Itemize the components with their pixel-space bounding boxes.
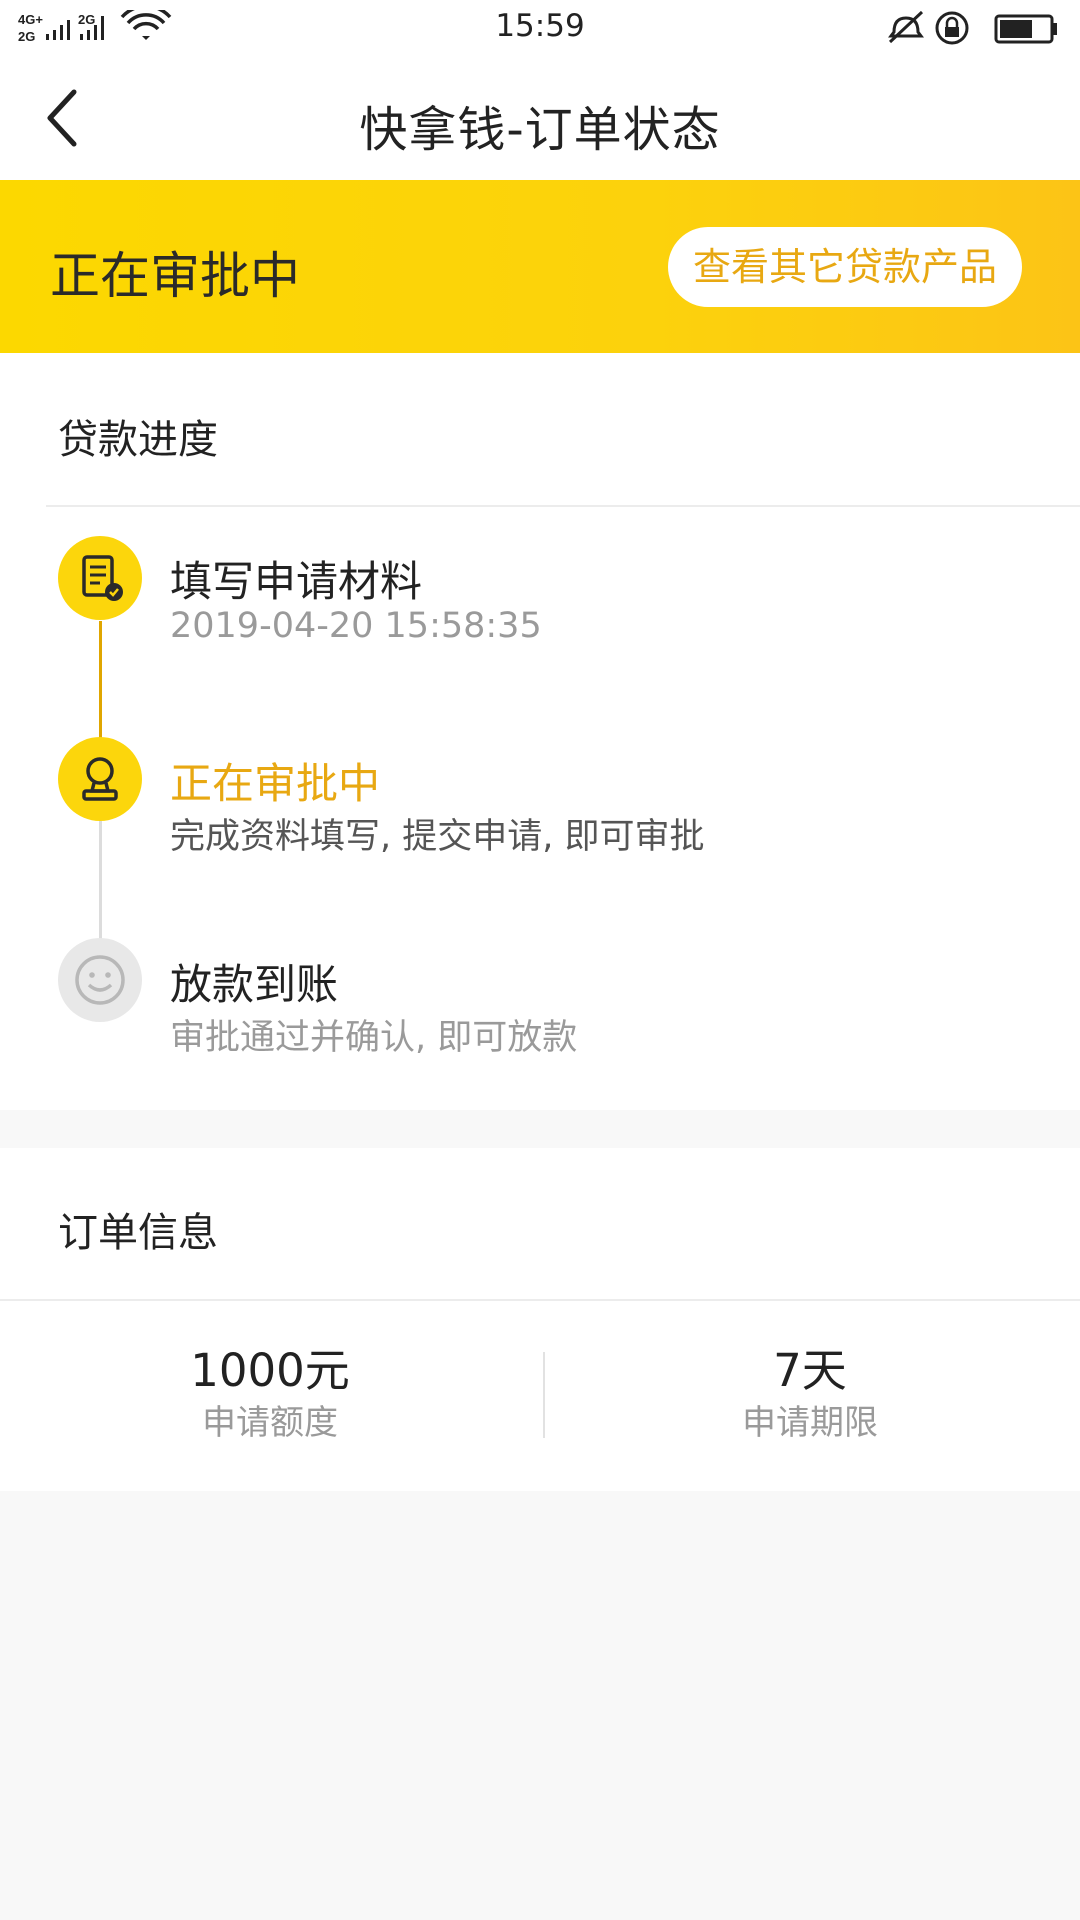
smiley-icon bbox=[58, 938, 142, 1022]
section-gap bbox=[0, 1110, 1080, 1148]
view-other-loans-button[interactable]: 查看其它贷款产品 bbox=[668, 227, 1022, 307]
status-icons-right bbox=[886, 8, 1066, 48]
term-label: 申请期限 bbox=[742, 1403, 878, 1443]
document-check-icon bbox=[58, 536, 142, 620]
step-title-under-review: 正在审批中 bbox=[170, 759, 381, 808]
loan-progress-card: 贷款进度 填写申请材料 2019-04-20 15:58:35 正在审批中 完成… bbox=[0, 353, 1080, 1110]
step-timestamp: 2019-04-20 15:58:35 bbox=[170, 606, 542, 646]
page-title: 快拿钱-订单状态 bbox=[359, 102, 721, 158]
empty-background bbox=[0, 1491, 1080, 1920]
order-section-title: 订单信息 bbox=[58, 1210, 218, 1256]
status-bar: 4G+ 2G 2G 15:59 bbox=[0, 0, 1080, 56]
progress-section-title: 贷款进度 bbox=[58, 417, 218, 463]
step-title-disbursement: 放款到账 bbox=[170, 960, 339, 1009]
timeline-line-pending bbox=[99, 821, 102, 939]
step-description: 完成资料填写, 提交申请, 即可审批 bbox=[170, 817, 705, 857]
step-title-fill-application: 填写申请材料 bbox=[170, 557, 423, 606]
order-info-card: 订单信息 1000元 申请额度 7天 申请期限 bbox=[0, 1148, 1080, 1491]
amount-info: 1000元 申请额度 bbox=[0, 1344, 540, 1446]
rotation-lock-icon bbox=[935, 11, 969, 45]
divider bbox=[0, 1299, 1080, 1301]
amount-value: 1000元 bbox=[190, 1344, 350, 1397]
stamp-icon bbox=[58, 737, 142, 821]
navigation-bar: 快拿钱-订单状态 bbox=[0, 56, 1080, 180]
order-status-page: 4G+ 2G 2G 15:59 快拿钱-订单状态 正在审批中 查看其它贷款产品 … bbox=[0, 0, 1080, 1920]
term-info: 7天 申请期限 bbox=[540, 1344, 1080, 1446]
divider bbox=[46, 505, 1080, 507]
term-value: 7天 bbox=[773, 1344, 847, 1397]
status-banner: 正在审批中 查看其它贷款产品 bbox=[0, 180, 1080, 353]
banner-status-text: 正在审批中 bbox=[50, 247, 300, 305]
mute-icon bbox=[888, 10, 924, 44]
timeline-line-done bbox=[99, 621, 102, 739]
step-description: 审批通过并确认, 即可放款 bbox=[170, 1018, 578, 1058]
amount-label: 申请额度 bbox=[202, 1403, 338, 1443]
battery-icon bbox=[994, 14, 1057, 44]
